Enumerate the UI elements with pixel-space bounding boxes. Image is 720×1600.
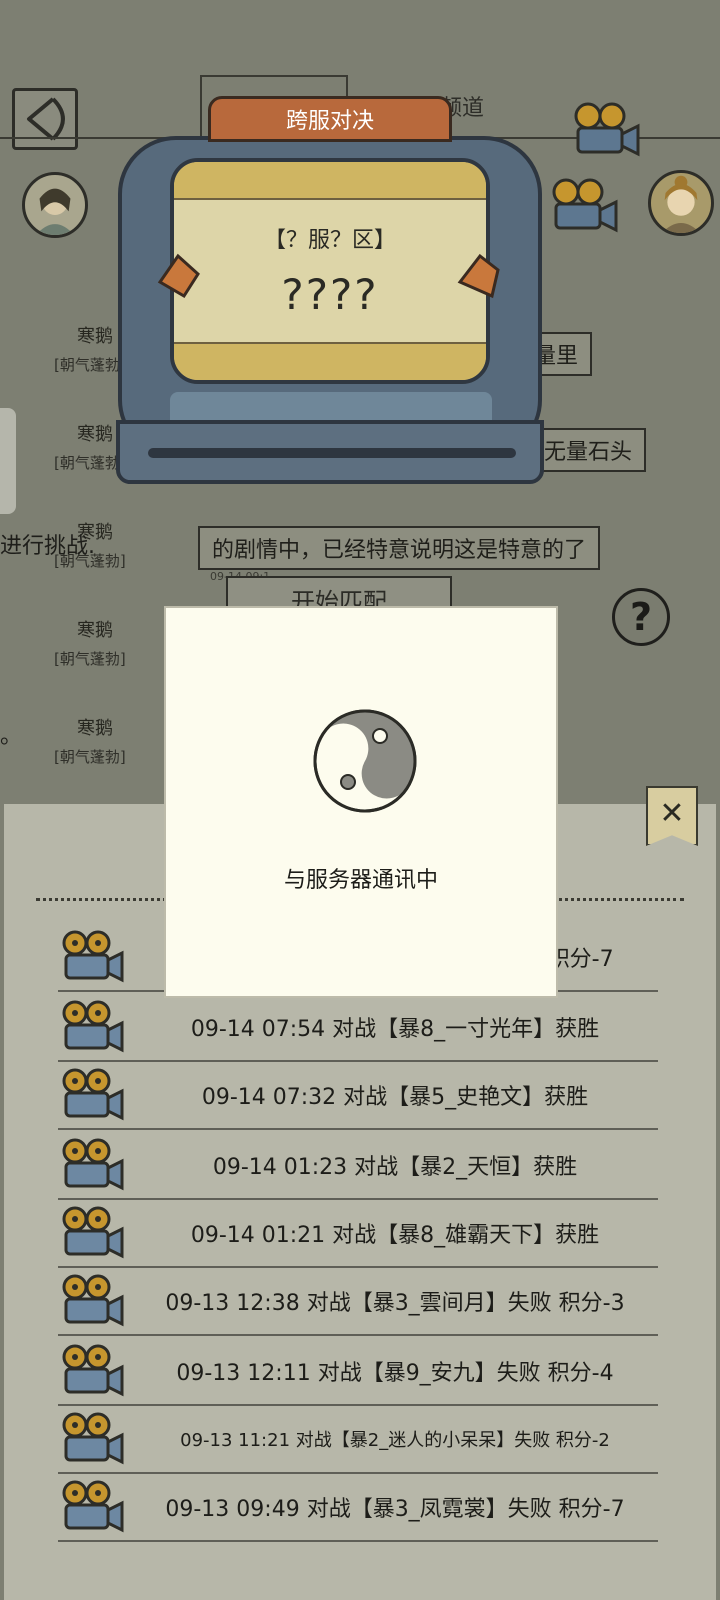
battle-record-text: 09-13 12:38 对战【暴3_雲间月】失败 积分-3 <box>165 1291 625 1316</box>
replay-camera-icon[interactable] <box>58 928 126 984</box>
battle-record-row[interactable]: 09-14 01:21 对战【暴8_雄霸天下】获胜 <box>58 1200 658 1268</box>
chat-user-name[interactable]: 寒鹅 <box>40 714 150 740</box>
battle-record-row[interactable]: 09-13 09:49 对战【暴3_凤霓裳】失败 积分-7 <box>58 1474 658 1542</box>
replay-camera-icon[interactable] <box>58 1136 126 1192</box>
device-screen: 【？服？区】 ???? <box>170 158 490 384</box>
replay-camera-icon[interactable] <box>58 1478 126 1534</box>
chat-message-fragment: 进行挑战. <box>0 534 95 559</box>
row-divider <box>58 1540 658 1542</box>
avatar[interactable] <box>648 170 714 236</box>
chat-user-tag: [朝气蓬勃] <box>54 650 126 668</box>
battle-record-text: 09-14 01:21 对战【暴8_雄霸天下】获胜 <box>190 1223 600 1248</box>
row-divider <box>58 1128 658 1130</box>
replay-camera-icon[interactable] <box>58 1410 126 1466</box>
battle-record-row[interactable]: 09-14 07:32 对战【暴5_史艳文】获胜 <box>58 1062 658 1130</box>
battle-record-text: 09-13 09:49 对战【暴3_凤霓裳】失败 积分-7 <box>165 1497 625 1522</box>
device-title: 跨服对决 <box>208 96 452 142</box>
replay-camera-icon[interactable] <box>58 1342 126 1398</box>
diamond-ornament-icon <box>457 253 500 299</box>
side-handle[interactable] <box>0 408 16 514</box>
battle-record-text: 09-13 11:21 对战【暴2_迷人的小呆呆】失败 积分-2 <box>180 1430 610 1451</box>
battle-record-row[interactable]: 09-14 01:23 对战【暴2_天恒】获胜 <box>58 1132 658 1200</box>
opponent-name: ???? <box>281 270 379 319</box>
battle-record-text: 09-14 07:32 对战【暴5_史艳文】获胜 <box>201 1085 589 1110</box>
scroll-band-top <box>174 162 486 200</box>
battle-record-text: 09-14 07:54 对战【暴8_一寸光年】获胜 <box>190 1017 600 1042</box>
device-base <box>116 420 544 484</box>
row-divider <box>58 1334 658 1336</box>
battle-record-row[interactable]: 09-13 11:21 对战【暴2_迷人的小呆呆】失败 积分-2 <box>58 1406 658 1474</box>
close-icon: ✕ <box>659 796 685 831</box>
yin-yang-icon <box>313 709 417 813</box>
cross-server-device: 跨服对决 【？服？区】 ???? <box>110 96 550 496</box>
help-button[interactable]: ? <box>612 588 670 646</box>
film-camera-icon <box>552 178 618 233</box>
battle-record-row[interactable]: 09-13 12:11 对战【暴9_安九】失败 积分-4 <box>58 1338 658 1406</box>
replay-camera-icon[interactable] <box>58 1204 126 1260</box>
battle-record-row[interactable]: 09-14 07:54 对战【暴8_一寸光年】获胜 <box>58 994 658 1062</box>
chat-bubble: 的剧情中，已经特意说明这是特意的了 <box>198 526 601 570</box>
chat-user-tag: [朝气蓬勃] <box>54 748 126 766</box>
scroll-band-bottom <box>174 342 486 380</box>
loading-modal: 与服务器通讯中 <box>164 606 558 998</box>
film-camera-icon <box>574 102 640 157</box>
replay-camera-icon[interactable] <box>58 998 126 1054</box>
battle-record-row[interactable]: 09-13 12:38 对战【暴3_雲间月】失败 积分-3 <box>58 1268 658 1336</box>
avatar[interactable] <box>22 172 88 238</box>
server-label: 【？服？区】 <box>263 228 396 253</box>
replay-camera-icon[interactable] <box>58 1272 126 1328</box>
battle-record-text: 09-13 12:11 对战【暴9_安九】失败 积分-4 <box>176 1361 614 1386</box>
battle-record-text: 09-14 01:23 对战【暴2_天恒】获胜 <box>212 1155 578 1180</box>
device-groove <box>148 448 516 458</box>
chat-message-fragment: 。 <box>0 724 23 749</box>
diamond-ornament-icon <box>157 253 200 299</box>
replay-camera-icon[interactable] <box>58 1066 126 1122</box>
loading-message: 与服务器通讯中 <box>283 868 438 893</box>
back-button[interactable] <box>12 88 78 150</box>
chat-user-name[interactable]: 寒鹅 <box>40 616 150 642</box>
